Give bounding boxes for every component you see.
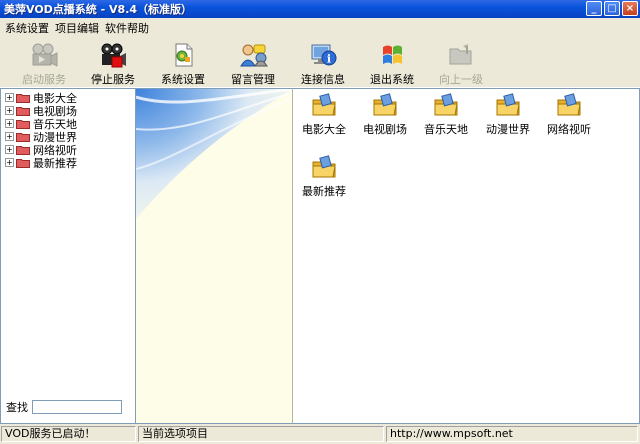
toolbar-label: 向上一级 xyxy=(439,73,483,86)
toolbar-label: 退出系统 xyxy=(370,73,414,86)
up-folder-icon xyxy=(449,44,472,65)
toolbar: 启动服务 停止服务 系统设置 留言管理 i 连接信息 退出系统 向上一级 xyxy=(0,38,640,88)
expand-icon[interactable]: + xyxy=(5,145,14,154)
expand-icon[interactable]: + xyxy=(5,119,14,128)
selection-status: 当前选项项目 xyxy=(138,426,384,442)
folder-icon xyxy=(16,106,30,116)
folder-label: 电视剧场 xyxy=(363,123,407,136)
system-settings-button[interactable]: 系统设置 xyxy=(157,38,209,88)
message-management-button[interactable]: 留言管理 xyxy=(227,38,279,88)
service-status: VOD服务已启动！ xyxy=(1,426,136,442)
toolbar-label: 连接信息 xyxy=(301,73,345,86)
toolbar-label: 停止服务 xyxy=(91,73,135,86)
menu-software-help[interactable]: 软件帮助 xyxy=(103,20,151,36)
folder-movies[interactable]: 电影大全 xyxy=(293,93,355,137)
search-label: 查找 xyxy=(6,401,28,414)
folder-label: 网络视听 xyxy=(547,123,591,136)
menu-project-edit[interactable]: 项目编辑 xyxy=(53,20,101,36)
folder-icon xyxy=(312,155,336,178)
close-button[interactable]: × xyxy=(622,1,638,16)
play-projector-icon xyxy=(32,43,58,67)
connection-info-button[interactable]: i 连接信息 xyxy=(297,38,349,88)
stop-projector-icon xyxy=(101,43,126,68)
settings-icon xyxy=(175,43,193,67)
status-bar: VOD服务已启动！ 当前选项项目 http://www.mpsoft.net xyxy=(0,424,640,444)
swoosh-decoration xyxy=(136,89,292,423)
window-controls: _ □ × xyxy=(586,1,638,16)
minimize-button[interactable]: _ xyxy=(586,1,602,16)
folder-icon xyxy=(312,93,336,116)
exit-icon xyxy=(383,45,402,64)
folder-latest[interactable]: 最新推荐 xyxy=(293,155,355,199)
message-icon xyxy=(240,44,268,67)
stop-service-button[interactable]: 停止服务 xyxy=(88,38,138,88)
info-icon: i xyxy=(311,44,337,66)
title-bar: 美萍VOD点播系统 - V8.4（标准版） _ □ × xyxy=(0,0,640,18)
folder-icon xyxy=(16,145,30,155)
folder-view: 电影大全 电视剧场 音乐天地 动漫世界 网络视听 最新推荐 xyxy=(292,88,640,424)
folder-online[interactable]: 网络视听 xyxy=(538,93,600,137)
menu-bar: 系统设置 项目编辑 软件帮助 xyxy=(0,18,640,38)
tree-item-label: 最新推荐 xyxy=(33,156,77,170)
start-service-button[interactable]: 启动服务 xyxy=(19,38,69,88)
tree-item-latest[interactable]: + 最新推荐 xyxy=(1,156,135,170)
folder-label: 电影大全 xyxy=(302,123,346,136)
maximize-button[interactable]: □ xyxy=(604,1,620,16)
decorative-banner xyxy=(136,88,292,424)
folder-music[interactable]: 音乐天地 xyxy=(415,93,477,137)
toolbar-label: 留言管理 xyxy=(231,73,275,86)
search-input[interactable] xyxy=(32,400,122,414)
folder-anime[interactable]: 动漫世界 xyxy=(477,93,539,137)
exit-system-button[interactable]: 退出系统 xyxy=(366,38,418,88)
svg-text:i: i xyxy=(327,53,331,66)
folder-label: 音乐天地 xyxy=(424,123,468,136)
folder-label: 最新推荐 xyxy=(302,185,346,198)
expand-icon[interactable]: + xyxy=(5,132,14,141)
website-url: http://www.mpsoft.net xyxy=(386,426,638,442)
folder-label: 动漫世界 xyxy=(486,123,530,136)
folder-icon xyxy=(496,93,520,116)
folder-icon xyxy=(557,93,581,116)
folder-icon xyxy=(16,119,30,129)
folder-icon xyxy=(434,93,458,116)
up-one-level-button[interactable]: 向上一级 xyxy=(435,38,487,88)
search-row: 查找 xyxy=(6,399,122,415)
folder-icon xyxy=(16,93,30,103)
folder-icon xyxy=(373,93,397,116)
toolbar-label: 启动服务 xyxy=(22,73,66,86)
menu-system-settings[interactable]: 系统设置 xyxy=(3,20,51,36)
expand-icon[interactable]: + xyxy=(5,106,14,115)
category-tree-panel: + 电影大全 + 电视剧场 + 音乐天地 + 动漫世界 + 网络视听 + 最新推… xyxy=(0,88,136,424)
category-tree: + 电影大全 + 电视剧场 + 音乐天地 + 动漫世界 + 网络视听 + 最新推… xyxy=(1,89,135,170)
expand-icon[interactable]: + xyxy=(5,158,14,167)
folder-icon xyxy=(16,158,30,168)
toolbar-label: 系统设置 xyxy=(161,73,205,86)
folder-icon xyxy=(16,132,30,142)
expand-icon[interactable]: + xyxy=(5,93,14,102)
window-title: 美萍VOD点播系统 - V8.4（标准版） xyxy=(4,3,193,16)
folder-tv[interactable]: 电视剧场 xyxy=(354,93,416,137)
